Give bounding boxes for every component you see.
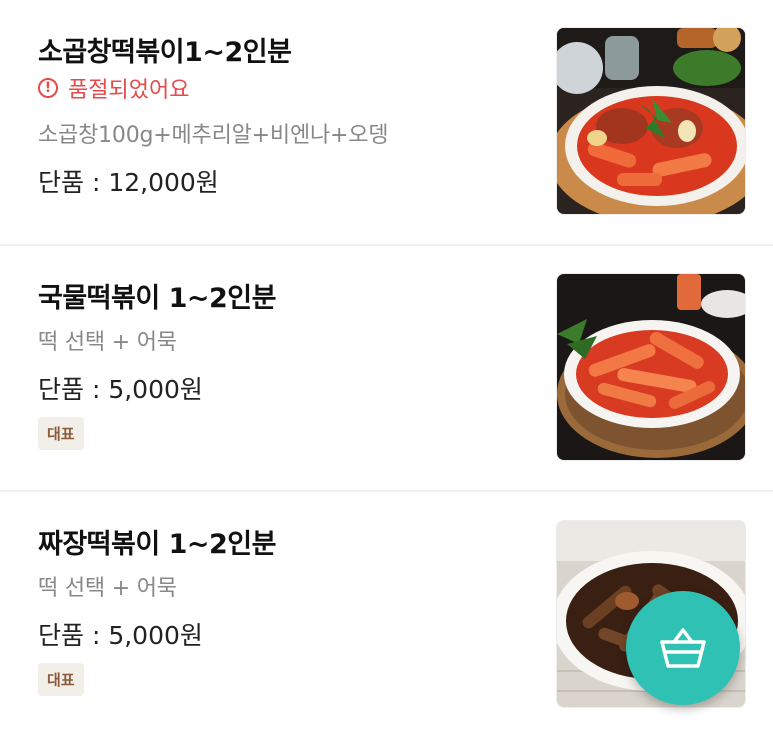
- soup-tteokbokki-photo: [556, 273, 746, 461]
- cart-button[interactable]: [626, 591, 740, 705]
- soldout-notice: ! 품절되었어요: [38, 72, 189, 104]
- basket-icon: [660, 628, 706, 668]
- menu-item-soup-tteokbokki[interactable]: 국물떡볶이 1~2인분 떡 선택 + 어묵 단품 : 5,000원 대표: [0, 246, 773, 492]
- soldout-label: 품절되었어요: [68, 78, 190, 103]
- menu-item-price: 단품 : 5,000원: [38, 621, 203, 650]
- menu-item-title: 국물떡볶이 1~2인분: [38, 283, 276, 314]
- menu-item-price: 단품 : 5,000원: [38, 375, 203, 404]
- alert-icon: !: [38, 78, 58, 98]
- menu-item-gopchang-tteokbokki[interactable]: 소곱창떡볶이1~2인분 ! 품절되었어요 소곱창100g+메추리알+비엔나+오뎅…: [0, 0, 773, 246]
- menu-item-title: 짜장떡볶이 1~2인분: [38, 529, 276, 560]
- menu-item-description: 떡 선택 + 어묵: [38, 330, 177, 355]
- signature-badge: 대표: [38, 417, 84, 450]
- gopchang-tteokbokki-photo: [556, 27, 746, 215]
- menu-item-description: 소곱창100g+메추리알+비엔나+오뎅: [38, 123, 389, 148]
- menu-item-title: 소곱창떡볶이1~2인분: [38, 37, 292, 68]
- menu-item-description: 떡 선택 + 어묵: [38, 576, 177, 601]
- menu-item-price: 단품 : 12,000원: [38, 168, 219, 197]
- signature-badge: 대표: [38, 663, 84, 696]
